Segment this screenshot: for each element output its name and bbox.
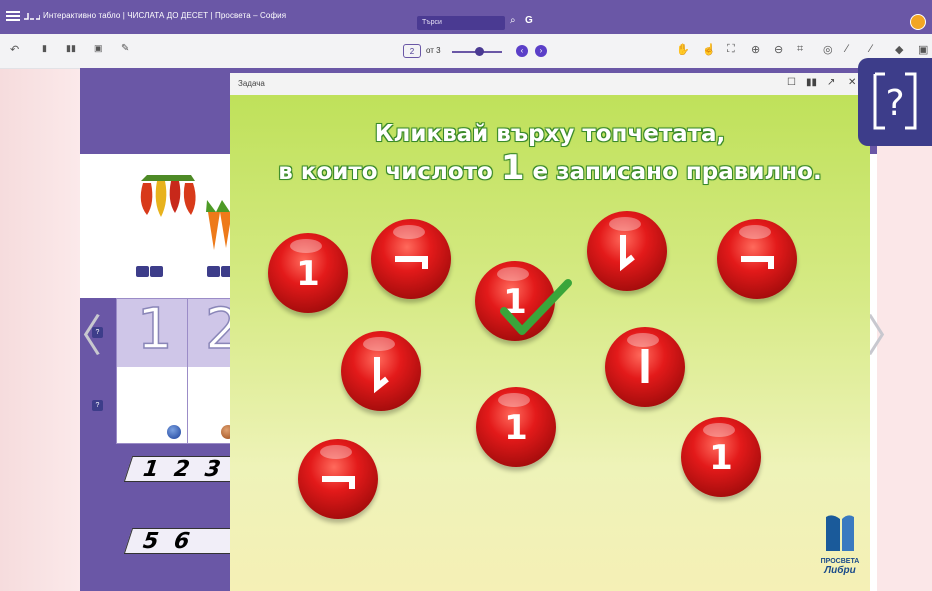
instruction-line-1: Кликвай върху топчетата, xyxy=(374,121,726,147)
task-panel-title: Задача xyxy=(238,79,265,88)
dotted-digit-1: 1 xyxy=(136,296,173,363)
checkmark-icon xyxy=(500,279,572,335)
single-page-icon[interactable]: ▮ xyxy=(42,43,47,54)
highlighter-icon[interactable]: ∕ xyxy=(870,43,872,55)
next-page-button[interactable]: › xyxy=(535,45,547,57)
bookmark-icon[interactable]: ☐ xyxy=(787,77,796,88)
ball-option[interactable] xyxy=(341,331,421,411)
google-icon[interactable]: G xyxy=(525,15,533,26)
gallery-media-icon[interactable] xyxy=(150,266,163,277)
task-panel-header: Задача ☐ ▮▮ ↗ ✕ xyxy=(230,73,870,96)
instruction-line-2: в които числото 1 е записано правилно. xyxy=(230,151,870,189)
page-number-input[interactable]: 2 xyxy=(403,44,421,58)
pointer-tool-icon[interactable]: ☝ xyxy=(702,43,716,56)
page-slider-handle[interactable] xyxy=(475,47,484,56)
search-input[interactable]: Търси xyxy=(417,16,505,30)
ball-label: 1 xyxy=(296,254,320,294)
mask-icon[interactable]: ◎ xyxy=(823,43,833,56)
help-symbol: ? xyxy=(885,83,904,124)
task-instruction: Кликвай върху топчетата, в които числото… xyxy=(230,117,870,189)
crop-icon[interactable]: ⌗ xyxy=(797,43,803,56)
instruction-line-2-end: е записано правилно. xyxy=(532,159,822,185)
writing-grid: 1 2 xyxy=(116,296,241,444)
task-panel: Задача ☐ ▮▮ ↗ ✕ Кликвай върху топчетата,… xyxy=(230,73,870,591)
instruction-line-2-start: в които числото xyxy=(278,159,493,185)
avatar[interactable] xyxy=(910,14,926,30)
ball-label: 1 xyxy=(709,438,733,478)
ball-option[interactable] xyxy=(587,211,667,291)
zoom-out-icon[interactable]: ⊖ xyxy=(774,43,783,56)
page-background xyxy=(0,0,80,591)
save-icon[interactable]: ▣ xyxy=(918,43,928,56)
digit-one-correct: 1 xyxy=(296,254,320,294)
help-button[interactable]: ? xyxy=(858,58,932,146)
blue-dot-icon xyxy=(167,425,181,439)
undo-icon[interactable]: ↶ xyxy=(10,43,19,56)
menu-icon[interactable] xyxy=(6,9,20,23)
zoom-in-icon[interactable]: ⊕ xyxy=(751,43,760,56)
instruction-number: 1 xyxy=(500,148,525,188)
brand-sub: Либри xyxy=(824,565,856,576)
play-media-icon[interactable] xyxy=(207,266,220,277)
digit-one-mirrored xyxy=(620,235,635,272)
ball-option[interactable]: 1 xyxy=(476,387,556,467)
app-logo-icon xyxy=(24,13,40,20)
spread-page-icon[interactable]: ▣ xyxy=(94,43,103,54)
prosveta-book-icon xyxy=(826,515,854,551)
ball-option[interactable] xyxy=(605,327,685,407)
writing-grid-divider xyxy=(187,299,188,443)
next-page-arrow[interactable]: 〉 xyxy=(866,300,910,364)
digit-one-correct: 1 xyxy=(709,438,733,478)
ball-option[interactable] xyxy=(298,439,378,519)
digit-one-rotated xyxy=(741,256,774,269)
edit-icon[interactable]: ✎ xyxy=(121,43,129,54)
columns-icon[interactable]: ▮▮ xyxy=(806,77,817,88)
brand-name: ПРОСВЕТА xyxy=(820,558,860,565)
ball-label: 1 xyxy=(504,408,528,448)
number-tape: 5 6 xyxy=(123,528,243,554)
fullscreen-icon[interactable]: ⛶ xyxy=(727,43,735,56)
hand-tool-icon[interactable]: ✋ xyxy=(676,43,690,56)
exercise-stage: Кликвай върху топчетата, в които числото… xyxy=(230,95,870,591)
digit-one-plain xyxy=(641,349,649,383)
ball-option[interactable] xyxy=(371,219,451,299)
question-icon: ? xyxy=(873,72,917,130)
page-total: от 3 xyxy=(426,46,441,55)
digit-one-correct: 1 xyxy=(504,408,528,448)
app-title: Интерактивно табло | ЧИСЛАТА ДО ДЕСЕТ | … xyxy=(43,11,287,20)
app-header: Интерактивно табло | ЧИСЛАТА ДО ДЕСЕТ | … xyxy=(0,0,932,34)
eraser-icon[interactable]: ◆ xyxy=(895,43,903,56)
peppers-illustration xyxy=(140,175,196,217)
ball-option[interactable] xyxy=(717,219,797,299)
play-media-icon[interactable] xyxy=(136,266,149,277)
search-icon[interactable]: ⌕ xyxy=(510,15,516,26)
double-page-icon[interactable]: ▮▮ xyxy=(66,43,76,54)
digit-one-rotated xyxy=(395,256,428,269)
close-icon[interactable]: ✕ xyxy=(848,77,856,88)
digit-one-rotated xyxy=(322,476,355,489)
external-link-icon[interactable]: ↗ xyxy=(827,77,835,88)
prev-page-arrow[interactable]: 〈 xyxy=(58,300,102,364)
task-button[interactable]: ? xyxy=(92,400,103,411)
prosveta-logo: ПРОСВЕТА Либри xyxy=(818,513,862,583)
prev-page-button[interactable]: ‹ xyxy=(516,45,528,57)
digit-one-mirrored xyxy=(374,357,389,394)
ball-option[interactable]: 1 xyxy=(681,417,761,497)
ball-option[interactable]: 1 xyxy=(268,233,348,313)
pen-icon[interactable]: ∕ xyxy=(846,43,848,55)
